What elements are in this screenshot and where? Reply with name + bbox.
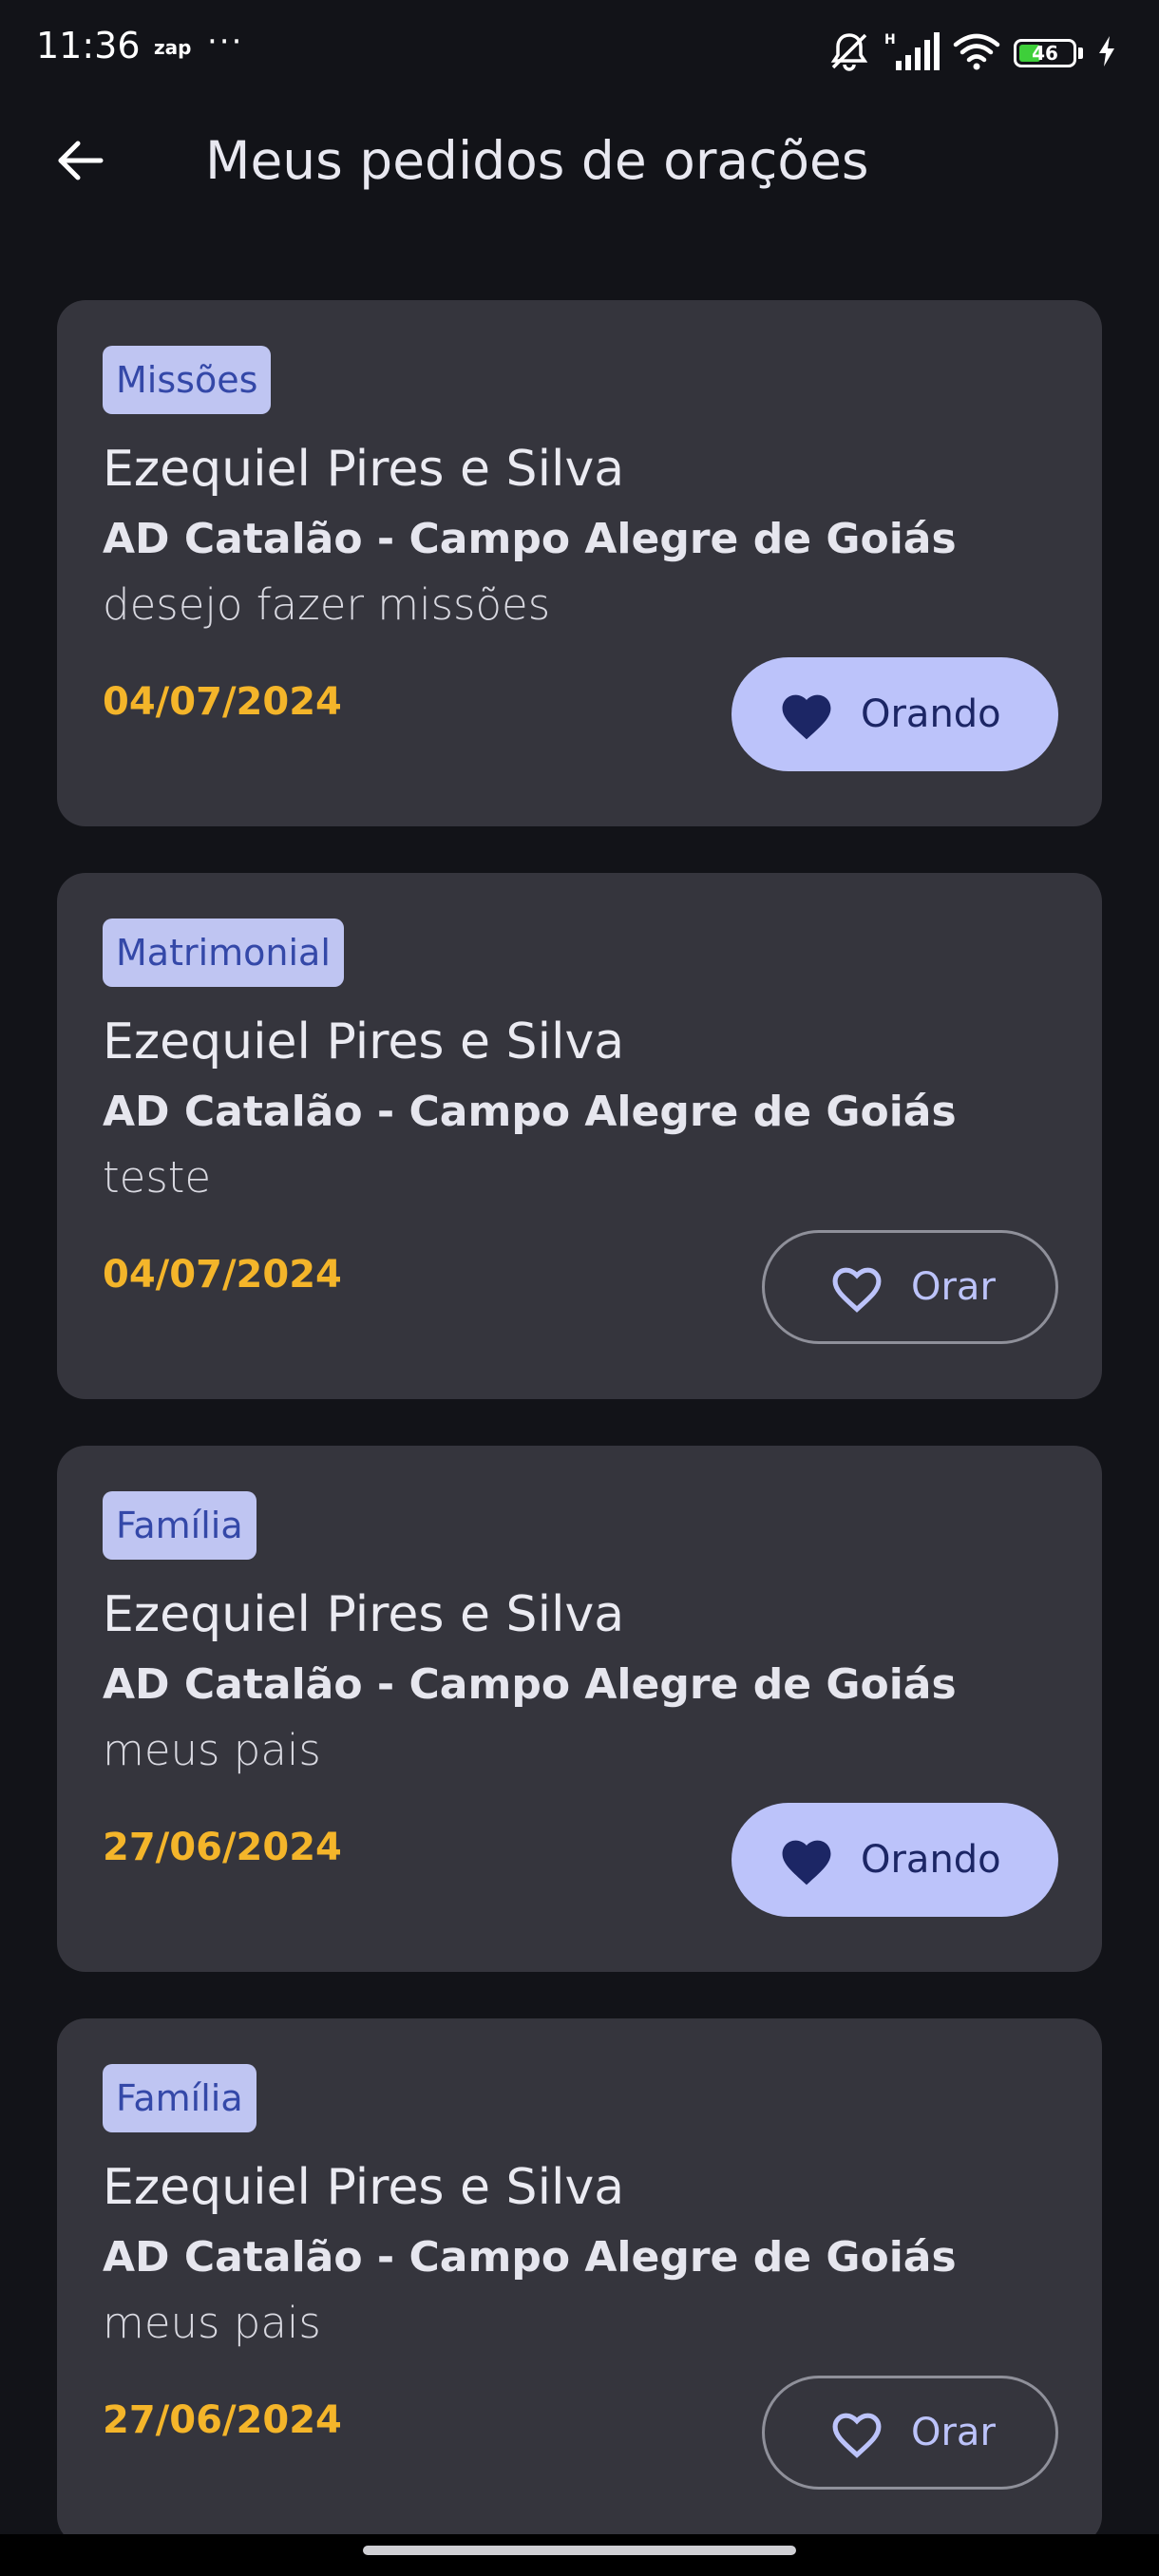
praying-button[interactable]: Orando [732, 1803, 1058, 1917]
category-chip: Família [103, 2064, 256, 2132]
request-date: 27/06/2024 [103, 2398, 342, 2442]
request-message: meus pais [103, 2298, 321, 2348]
request-date: 04/07/2024 [103, 1253, 342, 1297]
church-name: AD Catalão - Campo Alegre de Goiás [103, 515, 957, 563]
mute-icon [827, 29, 871, 77]
pray-button-label: Orar [911, 2411, 996, 2454]
screen: 11:36 zap ··· H 46 Meus pedidos de oraçõ… [0, 0, 1159, 2576]
church-name: AD Catalão - Campo Alegre de Goiás [103, 1660, 957, 1709]
heart-outline-icon [832, 2413, 882, 2458]
prayer-request-card: Família Ezequiel Pires e Silva AD Catalã… [57, 2018, 1102, 2545]
request-message: desejo fazer missões [103, 579, 551, 630]
home-indicator[interactable] [363, 2546, 796, 2555]
status-time: 11:36 [36, 25, 141, 66]
arrow-left-icon [58, 141, 104, 180]
pray-button[interactable]: Orar [762, 2376, 1058, 2490]
praying-button-label: Orando [861, 692, 1001, 736]
heart-filled-icon [782, 694, 831, 740]
request-message: meus pais [103, 1725, 321, 1775]
back-button[interactable] [48, 128, 112, 193]
gesture-nav-bar [0, 2534, 1159, 2576]
status-icons: H 46 [827, 25, 1117, 82]
battery-icon: 46 [1014, 39, 1076, 67]
request-message: teste [103, 1152, 212, 1203]
heart-outline-icon [832, 1267, 882, 1313]
page-title: Meus pedidos de orações [205, 130, 869, 191]
prayer-request-card: Missões Ezequiel Pires e Silva AD Catalã… [57, 300, 1102, 826]
requester-name: Ezequiel Pires e Silva [103, 1586, 625, 1643]
request-date: 27/06/2024 [103, 1826, 342, 1869]
requester-name: Ezequiel Pires e Silva [103, 441, 625, 498]
category-chip: Matrimonial [103, 919, 344, 987]
status-app-label: zap [154, 36, 192, 59]
requester-name: Ezequiel Pires e Silva [103, 1013, 625, 1070]
svg-text:H: H [884, 32, 896, 47]
status-bar: 11:36 zap ··· H 46 [0, 0, 1159, 104]
status-overflow: ··· [207, 23, 244, 61]
praying-button-label: Orando [861, 1838, 1001, 1882]
category-chip: Família [103, 1491, 256, 1560]
signal-icon: H [884, 30, 940, 76]
prayer-request-card: Família Ezequiel Pires e Silva AD Catalã… [57, 1446, 1102, 1972]
category-chip: Missões [103, 346, 272, 414]
heart-filled-icon [782, 1840, 831, 1885]
wifi-icon [953, 32, 1000, 74]
pray-button-label: Orar [911, 1265, 996, 1309]
requester-name: Ezequiel Pires e Silva [103, 2159, 625, 2216]
church-name: AD Catalão - Campo Alegre de Goiás [103, 1088, 957, 1136]
praying-button[interactable]: Orando [732, 657, 1058, 771]
battery-level: 46 [1032, 42, 1058, 65]
prayer-request-card: Matrimonial Ezequiel Pires e Silva AD Ca… [57, 873, 1102, 1399]
pray-button[interactable]: Orar [762, 1230, 1058, 1344]
charging-icon [1096, 35, 1117, 71]
battery-cap [1078, 47, 1083, 59]
church-name: AD Catalão - Campo Alegre de Goiás [103, 2233, 957, 2282]
request-date: 04/07/2024 [103, 680, 342, 724]
